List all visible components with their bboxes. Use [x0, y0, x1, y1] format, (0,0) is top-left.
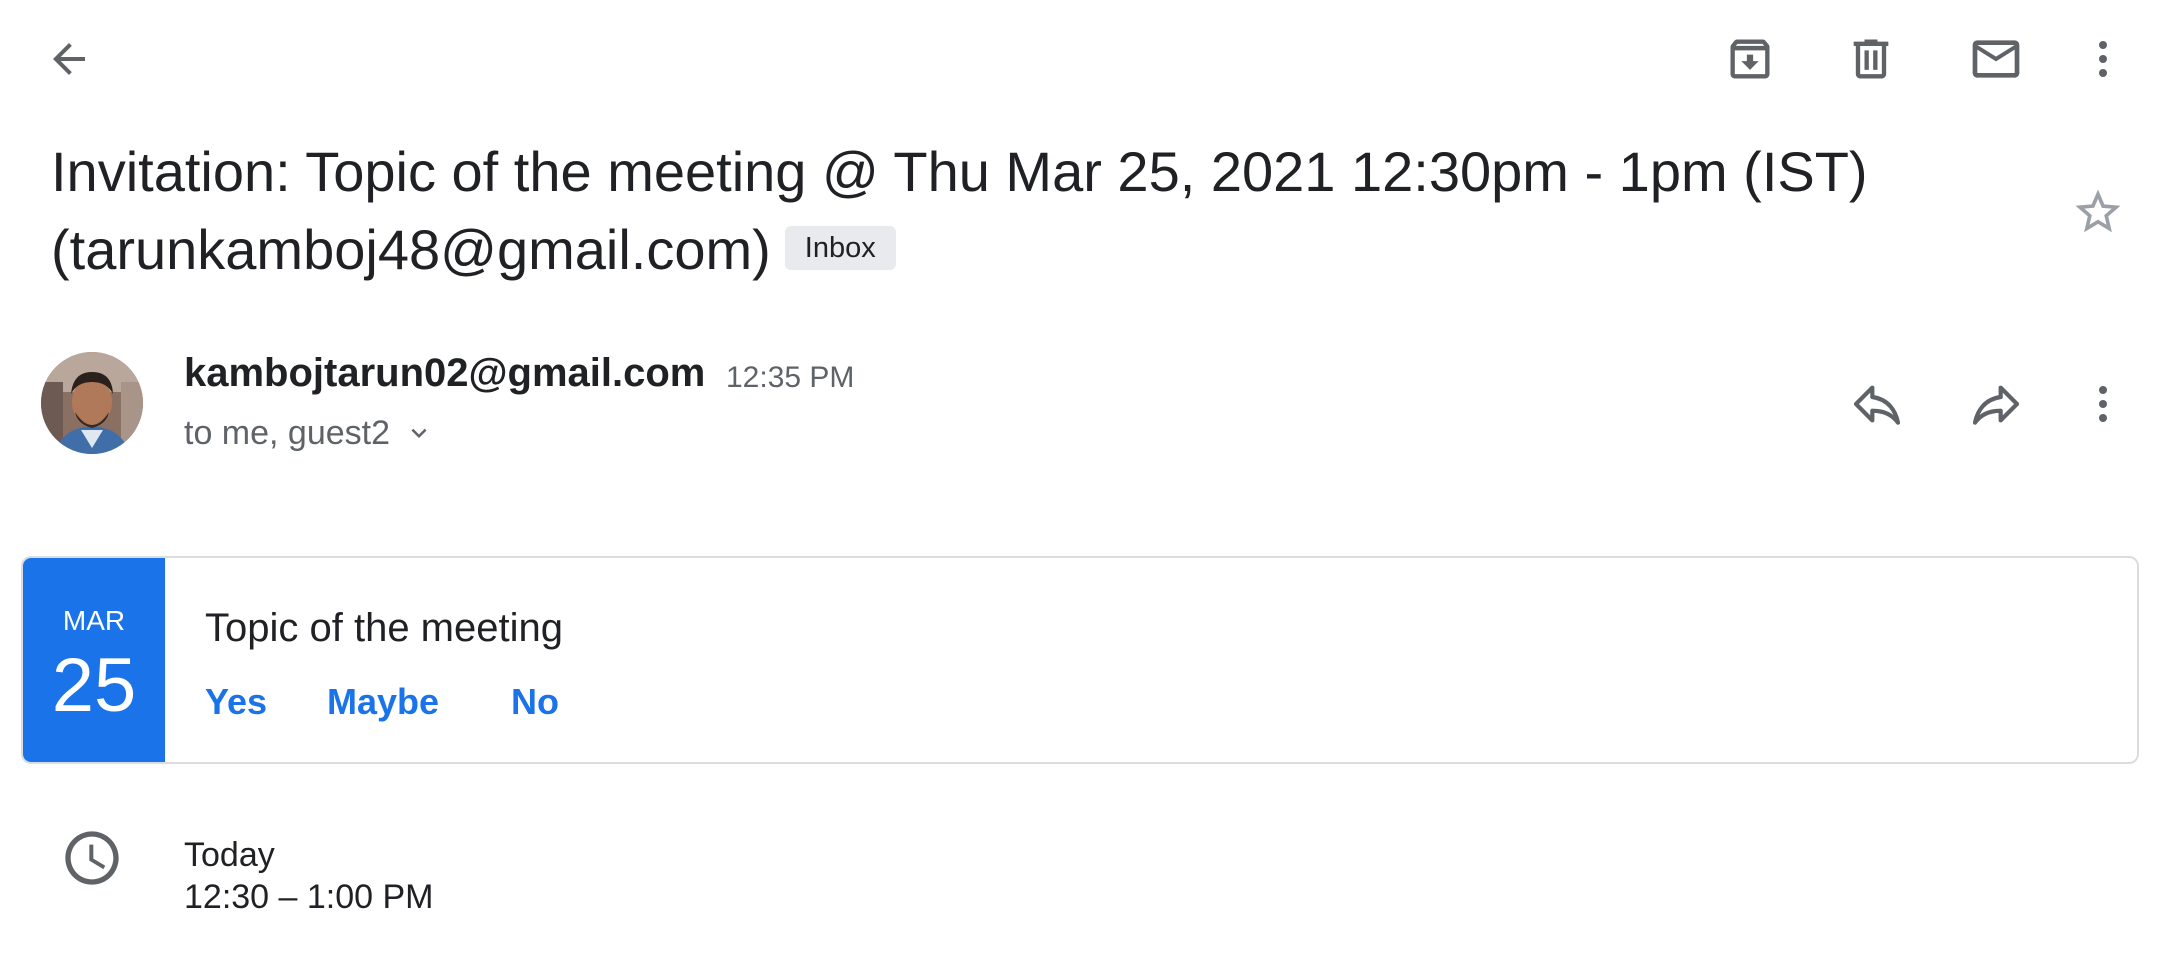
back-button[interactable] — [37, 27, 101, 91]
subject-address: (tarunkamboj48@gmail.com) — [51, 218, 771, 281]
recipients-toggle[interactable]: to me, guest2 — [184, 410, 434, 456]
archive-icon — [1730, 39, 1770, 79]
sender-photo — [41, 352, 143, 454]
reply-button[interactable] — [1845, 372, 1909, 436]
more-vert-icon — [2099, 41, 2107, 77]
sender-email[interactable]: kambojtarun02@gmail.com — [184, 348, 705, 398]
mark-unread-button[interactable] — [1964, 27, 2028, 91]
event-day-text: Today — [184, 836, 275, 874]
clock-icon — [65, 831, 119, 885]
event-day: 25 — [51, 643, 137, 728]
trash-icon — [1853, 39, 1889, 79]
event-card: MAR 25 Topic of the meeting Yes Maybe No — [21, 556, 2139, 764]
clock-icon-wrapper — [60, 826, 124, 890]
message-time: 12:35 PM — [726, 361, 855, 394]
forward-button[interactable] — [1964, 372, 2028, 436]
recipients-text: to me, guest2 — [184, 414, 391, 452]
email-subject: Invitation: Topic of the meeting @ Thu M… — [51, 140, 1868, 203]
message-more-button[interactable] — [2071, 372, 2135, 436]
reply-icon — [1853, 385, 1901, 425]
mail-icon — [1972, 40, 2020, 78]
archive-button[interactable] — [1718, 27, 1782, 91]
event-month: MAR — [62, 605, 126, 636]
inbox-label[interactable]: Inbox — [784, 226, 896, 270]
delete-button[interactable] — [1839, 27, 1903, 91]
event-date-block: MAR 25 — [23, 558, 165, 762]
event-time-range: 12:30 – 1:00 PM — [184, 878, 434, 916]
rsvp-no-button[interactable]: No — [511, 680, 559, 724]
chevron-down-icon — [411, 428, 427, 438]
rsvp-yes-button[interactable]: Yes — [205, 680, 267, 724]
event-title: Topic of the meeting — [205, 606, 563, 650]
email-subject-continued: (tarunkamboj48@gmail.com) Inbox — [51, 212, 896, 288]
star-outline-icon — [2075, 189, 2121, 233]
forward-icon — [1972, 385, 2020, 425]
arrow-left-icon — [53, 43, 85, 75]
rsvp-maybe-button[interactable]: Maybe — [327, 680, 439, 724]
avatar[interactable] — [41, 352, 143, 454]
more-vert-icon — [2099, 386, 2107, 422]
star-button[interactable] — [2066, 180, 2130, 244]
more-options-button[interactable] — [2071, 27, 2135, 91]
